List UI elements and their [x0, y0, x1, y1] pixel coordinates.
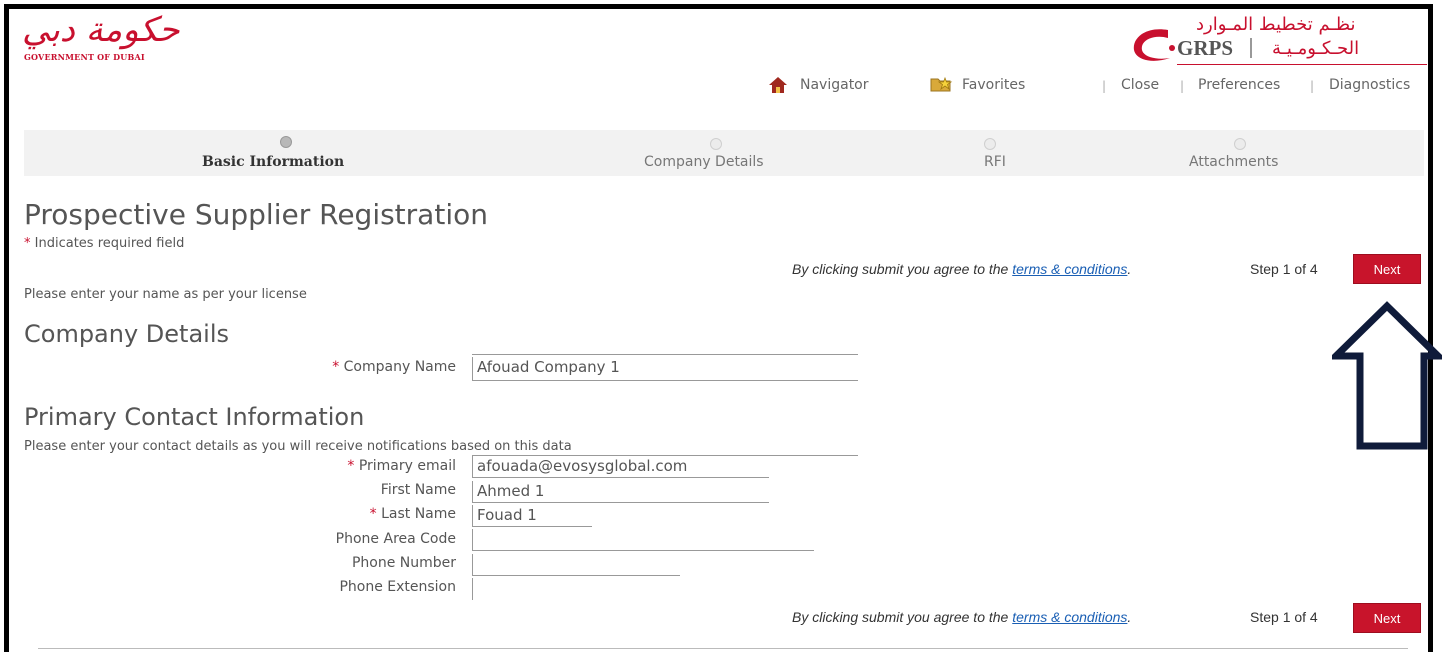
- step-attachments[interactable]: Attachments: [1189, 154, 1278, 170]
- favorites-link[interactable]: Favorites: [962, 77, 1025, 93]
- nav-separator: |: [1310, 79, 1315, 93]
- gov-dubai-logo-arabic: حكومة دبي: [22, 10, 180, 50]
- step-indicator-attachments: [1234, 138, 1246, 150]
- terms-link[interactable]: terms & conditions: [1012, 609, 1127, 625]
- gov-dubai-logo-english: GOVERNMENT OF DUBAI: [24, 52, 145, 62]
- agreement-suffix: .: [1127, 261, 1132, 277]
- agreement-prefix: By clicking submit you agree to the: [792, 261, 1013, 277]
- phone-number-input[interactable]: [472, 554, 680, 576]
- field-top-rule: [472, 354, 858, 355]
- grps-logo-underline: [1177, 64, 1427, 65]
- step-indicator-rfi: [984, 138, 996, 150]
- required-star: *: [24, 236, 31, 251]
- grps-logo-brand: GRPS: [1177, 36, 1234, 60]
- phone-extension-input[interactable]: [472, 578, 492, 600]
- step-indicator-company-details: [710, 138, 722, 150]
- first-name-input[interactable]: Ahmed 1: [472, 481, 769, 503]
- grps-logo-divider: [1250, 38, 1252, 58]
- first-name-label: First Name: [380, 482, 456, 498]
- license-hint: Please enter your name as per your licen…: [24, 287, 307, 302]
- agreement-text-bottom: By clicking submit you agree to the term…: [792, 609, 1131, 625]
- favorites-icon[interactable]: [930, 75, 954, 93]
- company-name-label: * Company Name: [332, 359, 456, 375]
- navigator-link[interactable]: Navigator: [800, 77, 869, 93]
- step-rfi[interactable]: RFI: [984, 154, 1006, 170]
- preferences-link[interactable]: Preferences: [1198, 77, 1280, 93]
- phone-area-code-input[interactable]: [472, 529, 814, 551]
- nav-separator: |: [1180, 79, 1185, 93]
- step-count-bottom: Step 1 of 4: [1250, 609, 1318, 625]
- step-basic-information: Basic Information: [202, 154, 345, 170]
- next-button-top[interactable]: Next: [1353, 254, 1421, 284]
- bottom-divider: [38, 648, 1408, 649]
- phone-extension-label: Phone Extension: [339, 579, 456, 595]
- required-field-note: * Indicates required field: [24, 236, 184, 251]
- contact-hint: Please enter your contact details as you…: [24, 439, 572, 454]
- last-name-label: * Last Name: [369, 506, 456, 522]
- step-company-details[interactable]: Company Details: [644, 154, 764, 170]
- last-name-input[interactable]: Fouad 1: [472, 505, 592, 527]
- agreement-text-top: By clicking submit you agree to the term…: [792, 261, 1131, 277]
- company-details-heading: Company Details: [24, 320, 230, 348]
- next-button-bottom[interactable]: Next: [1353, 603, 1421, 633]
- step-count-top: Step 1 of 4: [1250, 261, 1318, 277]
- home-icon[interactable]: [768, 76, 788, 94]
- annotation-up-arrow-icon: [1332, 301, 1442, 450]
- primary-contact-heading: Primary Contact Information: [24, 403, 365, 431]
- nav-separator: |: [1102, 79, 1107, 93]
- grps-logo-arabic-bottom: الحـكـومـيـة: [1272, 38, 1360, 59]
- agreement-suffix: .: [1127, 609, 1132, 625]
- phone-area-code-label: Phone Area Code: [335, 531, 456, 547]
- primary-email-label: * Primary email: [347, 458, 456, 474]
- company-name-input[interactable]: Afouad Company 1: [472, 357, 858, 381]
- agreement-prefix: By clicking submit you agree to the: [792, 609, 1013, 625]
- close-link[interactable]: Close: [1121, 77, 1159, 93]
- step-train: Basic Information Company Details RFI At…: [24, 130, 1424, 176]
- diagnostics-link[interactable]: Diagnostics: [1329, 77, 1410, 93]
- required-note-text: Indicates required field: [34, 236, 185, 251]
- step-indicator-basic-information: [280, 136, 292, 148]
- primary-email-input[interactable]: afouada@evosysglobal.com: [472, 456, 769, 478]
- terms-link[interactable]: terms & conditions: [1012, 261, 1127, 277]
- page-title: Prospective Supplier Registration: [24, 198, 488, 231]
- phone-number-label: Phone Number: [351, 555, 456, 571]
- grps-logo-arabic-top: نظـم تخطيط المـوارد: [1196, 14, 1356, 35]
